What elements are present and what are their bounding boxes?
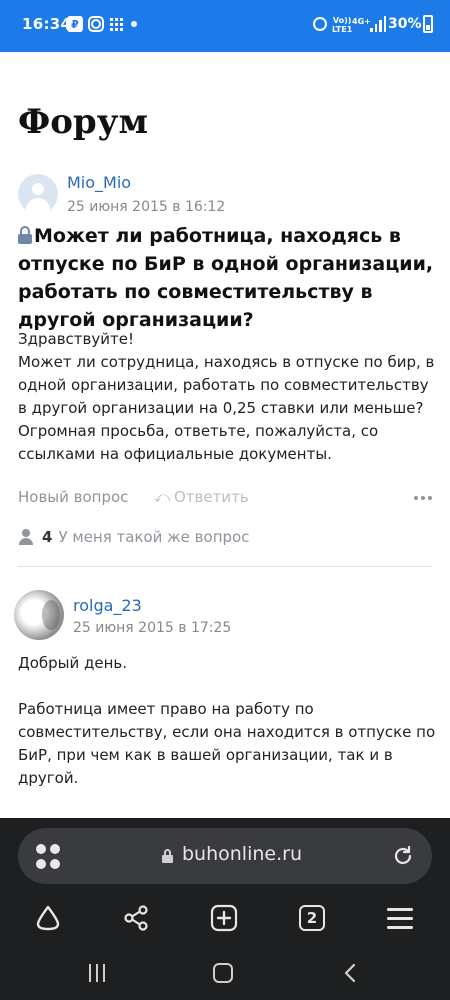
page-content: Форум Mio_Mio 25 июня 2015 в 16:12 Может…	[0, 52, 450, 818]
post-body: Здравствуйте! Может ли сотрудница, наход…	[18, 328, 438, 466]
reply-label: Ответить	[174, 488, 249, 506]
battery-percent: 30%	[388, 16, 422, 32]
status-bar: 16:34 ₽ Vo)) LTE1 4G+ 30%	[0, 0, 450, 52]
answer-body: Добрый день. Работница имеет право на ра…	[18, 652, 438, 813]
same-question-button[interactable]: 4 У меня такой же вопрос	[18, 526, 249, 548]
post-date: 25 июня 2015 в 16:12	[67, 199, 226, 215]
new-question-button[interactable]: Новый вопрос	[18, 488, 128, 506]
payment-app-icon: ₽	[67, 16, 83, 32]
reply-button[interactable]: ⤺ Ответить	[154, 488, 249, 506]
divider	[18, 566, 432, 567]
tab-count: 2	[299, 905, 325, 931]
post-greeting: Здравствуйте!	[18, 330, 134, 348]
browser-toolbar: buhonline.ru 2	[0, 818, 450, 950]
instagram-icon	[88, 16, 104, 32]
menu-button[interactable]	[380, 898, 420, 938]
plus-icon	[210, 904, 238, 932]
share-icon	[124, 905, 148, 931]
share-button[interactable]	[116, 898, 156, 938]
more-icon[interactable]	[414, 496, 432, 500]
site-menu-icon[interactable]	[36, 844, 62, 870]
url-text[interactable]: buhonline.ru	[182, 843, 302, 865]
reload-icon[interactable]	[392, 845, 414, 867]
alarm-icon	[313, 17, 327, 31]
post-actions: Новый вопрос ⤺ Ответить	[18, 488, 432, 510]
address-bar[interactable]: buhonline.ru	[18, 828, 432, 884]
question-title: Может ли работница, находясь в отпуске п…	[18, 222, 438, 334]
lock-icon	[18, 226, 32, 244]
signal-icon	[370, 16, 386, 32]
system-navigation	[0, 950, 450, 1000]
network-type: 4G+	[352, 16, 371, 26]
same-question-count: 4	[42, 528, 53, 546]
network-line2: LTE1	[332, 25, 353, 34]
answer-greeting: Добрый день.	[18, 654, 128, 672]
person-icon	[18, 529, 34, 545]
status-time: 16:34	[22, 15, 72, 33]
avatar[interactable]	[18, 174, 58, 214]
recents-button[interactable]	[88, 964, 106, 982]
notification-dot-icon	[131, 21, 137, 27]
same-question-label: У меня такой же вопрос	[58, 528, 250, 546]
alice-button[interactable]	[28, 898, 68, 938]
alice-icon	[36, 905, 60, 931]
answer-date: 25 июня 2015 в 17:25	[73, 620, 232, 636]
battery-icon	[423, 15, 433, 33]
answer-avatar[interactable]	[14, 590, 64, 640]
menu-icon	[387, 907, 413, 929]
answer-text: Работница имеет право на работу по совме…	[18, 700, 436, 787]
app-grid-icon	[109, 16, 123, 32]
lock-icon	[162, 849, 173, 863]
tabs-button[interactable]: 2	[292, 898, 332, 938]
post-author-link[interactable]: Mio_Mio	[67, 173, 131, 192]
page-title: Форум	[18, 102, 149, 142]
new-tab-button[interactable]	[204, 898, 244, 938]
reply-icon: ⤺	[154, 488, 171, 506]
network-indicator: Vo)) LTE1	[332, 15, 352, 35]
browser-nav: 2	[0, 898, 450, 938]
question-text: Может ли работница, находясь в отпуске п…	[18, 225, 434, 331]
post-text: Может ли сотрудница, находясь в отпуске …	[18, 353, 435, 463]
home-button[interactable]	[213, 963, 233, 983]
back-button[interactable]	[343, 963, 357, 983]
answer-author-link[interactable]: rolga_23	[73, 596, 142, 615]
network-line1: Vo))	[332, 16, 352, 25]
